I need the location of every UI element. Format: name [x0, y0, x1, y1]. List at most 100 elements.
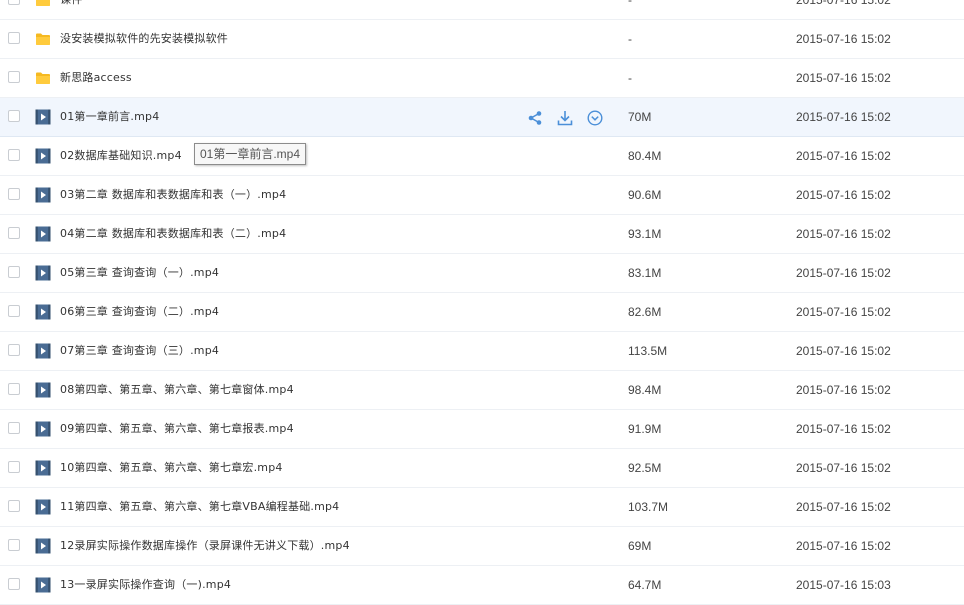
file-size: 91.9M — [628, 422, 662, 436]
modified-date: 2015-07-16 15:02 — [796, 422, 891, 436]
folder-row[interactable]: 课件 - 2015-07-16 15:02 — [0, 0, 964, 20]
row-checkbox[interactable] — [8, 500, 20, 512]
file-name-link[interactable]: 05第三章 查询查询（一）.mp4 — [60, 254, 219, 292]
file-name-link[interactable]: 08第四章、第五章、第六章、第七章窗体.mp4 — [60, 371, 294, 409]
row-checkbox[interactable] — [8, 305, 20, 317]
file-size: 83.1M — [628, 266, 662, 280]
modified-date: 2015-07-16 15:02 — [796, 461, 891, 475]
folder-icon — [35, 31, 51, 47]
file-size: 82.6M — [628, 305, 662, 319]
file-row[interactable]: 02数据库基础知识.mp4 80.4M 2015-07-16 15:02 — [0, 137, 964, 176]
folder-icon — [35, 70, 51, 86]
file-row[interactable]: 06第三章 查询查询（二）.mp4 82.6M 2015-07-16 15:02 — [0, 293, 964, 332]
file-name-link[interactable]: 没安装模拟软件的先安装模拟软件 — [60, 20, 228, 58]
modified-date: 2015-07-16 15:02 — [796, 0, 891, 7]
video-file-icon — [35, 499, 51, 515]
row-checkbox[interactable] — [8, 344, 20, 356]
file-size: 64.7M — [628, 578, 662, 592]
modified-date: 2015-07-16 15:02 — [796, 305, 891, 319]
modified-date: 2015-07-16 15:02 — [796, 188, 891, 202]
file-list: 课件 - 2015-07-16 15:02 没安装模拟软件的先安装模拟软件 - 2015-… — [0, 0, 964, 605]
row-checkbox[interactable] — [8, 422, 20, 434]
video-file-icon — [35, 187, 51, 203]
row-checkbox[interactable] — [8, 0, 20, 5]
modified-date: 2015-07-16 15:03 — [796, 578, 891, 592]
file-name-link[interactable]: 06第三章 查询查询（二）.mp4 — [60, 293, 219, 331]
row-checkbox[interactable] — [8, 227, 20, 239]
modified-date: 2015-07-16 15:02 — [796, 32, 891, 46]
file-row[interactable]: 13一录屏实际操作查询（一).mp4 64.7M 2015-07-16 15:03 — [0, 566, 964, 605]
row-checkbox[interactable] — [8, 266, 20, 278]
modified-date: 2015-07-16 15:02 — [796, 383, 891, 397]
modified-date: 2015-07-16 15:02 — [796, 500, 891, 514]
file-name-link[interactable]: 07第三章 查询查询（三）.mp4 — [60, 332, 219, 370]
folder-row[interactable]: 新思路access - 2015-07-16 15:02 — [0, 59, 964, 98]
file-size: - — [628, 0, 632, 7]
file-size: 113.5M — [628, 344, 668, 358]
modified-date: 2015-07-16 15:02 — [796, 110, 891, 124]
row-checkbox[interactable] — [8, 383, 20, 395]
file-name-link[interactable]: 11第四章、第五章、第六章、第七章VBA编程基础.mp4 — [60, 488, 339, 526]
row-checkbox[interactable] — [8, 461, 20, 473]
file-size: - — [628, 32, 632, 46]
file-size: 80.4M — [628, 149, 662, 163]
folder-icon — [35, 0, 51, 8]
file-name-link[interactable]: 04第二章 数据库和表数据库和表（二）.mp4 — [60, 215, 286, 253]
file-row[interactable]: 07第三章 查询查询（三）.mp4 113.5M 2015-07-16 15:02 — [0, 332, 964, 371]
file-name-link[interactable]: 09第四章、第五章、第六章、第七章报表.mp4 — [60, 410, 294, 448]
row-checkbox[interactable] — [8, 32, 20, 44]
video-file-icon — [35, 304, 51, 320]
file-name-link[interactable]: 03第二章 数据库和表数据库和表（一）.mp4 — [60, 176, 286, 214]
file-size: 93.1M — [628, 227, 662, 241]
more-dropdown-icon[interactable] — [586, 109, 604, 127]
file-name-link[interactable]: 10第四章、第五章、第六章、第七章宏.mp4 — [60, 449, 283, 487]
video-file-icon — [35, 265, 51, 281]
file-name-link[interactable]: 02数据库基础知识.mp4 — [60, 137, 182, 175]
file-size: 103.7M — [628, 500, 669, 514]
filename-tooltip: 01第一章前言.mp4 — [194, 143, 307, 165]
file-row[interactable]: 10第四章、第五章、第六章、第七章宏.mp4 92.5M 2015-07-16 15… — [0, 449, 964, 488]
row-checkbox[interactable] — [8, 149, 20, 161]
file-row[interactable]: 03第二章 数据库和表数据库和表（一）.mp4 90.6M 2015-07-16 1… — [0, 176, 964, 215]
row-checkbox[interactable] — [8, 71, 20, 83]
file-size: - — [628, 71, 632, 85]
modified-date: 2015-07-16 15:02 — [796, 266, 891, 280]
file-row[interactable]: 08第四章、第五章、第六章、第七章窗体.mp4 98.4M 2015-07-16 1… — [0, 371, 964, 410]
modified-date: 2015-07-16 15:02 — [796, 227, 891, 241]
share-icon[interactable] — [526, 109, 544, 127]
video-file-icon — [35, 538, 51, 554]
video-file-icon — [35, 421, 51, 437]
modified-date: 2015-07-16 15:02 — [796, 539, 891, 553]
file-row[interactable]: 09第四章、第五章、第六章、第七章报表.mp4 91.9M 2015-07-16 1… — [0, 410, 964, 449]
file-name-link[interactable]: 01第一章前言.mp4 — [60, 98, 159, 136]
file-row[interactable]: 05第三章 查询查询（一）.mp4 83.1M 2015-07-16 15:02 — [0, 254, 964, 293]
file-size: 98.4M — [628, 383, 662, 397]
file-size: 70M — [628, 110, 652, 124]
video-file-icon — [35, 382, 51, 398]
video-file-icon — [35, 148, 51, 164]
folder-row[interactable]: 没安装模拟软件的先安装模拟软件 - 2015-07-16 15:02 — [0, 20, 964, 59]
modified-date: 2015-07-16 15:02 — [796, 149, 891, 163]
file-name-link[interactable]: 12录屏实际操作数据库操作（录屏课件无讲义下载）.mp4 — [60, 527, 350, 565]
modified-date: 2015-07-16 15:02 — [796, 344, 891, 358]
row-checkbox[interactable] — [8, 578, 20, 590]
row-actions — [526, 109, 604, 127]
row-checkbox[interactable] — [8, 188, 20, 200]
file-name-link[interactable]: 新思路access — [60, 59, 132, 97]
file-size: 92.5M — [628, 461, 662, 475]
row-checkbox[interactable] — [8, 539, 20, 551]
video-file-icon — [35, 577, 51, 593]
file-row[interactable]: 04第二章 数据库和表数据库和表（二）.mp4 93.1M 2015-07-16 1… — [0, 215, 964, 254]
file-row[interactable]: 11第四章、第五章、第六章、第七章VBA编程基础.mp4 103.7M 2015-0… — [0, 488, 964, 527]
file-name-link[interactable]: 13一录屏实际操作查询（一).mp4 — [60, 566, 231, 604]
file-name-link[interactable]: 课件 — [60, 0, 82, 19]
video-file-icon — [35, 460, 51, 476]
video-file-icon — [35, 226, 51, 242]
file-row[interactable]: 01第一章前言.mp4 70M 2015-07-16 15:02 — [0, 98, 964, 137]
file-size: 69M — [628, 539, 652, 553]
file-size: 90.6M — [628, 188, 662, 202]
file-row[interactable]: 12录屏实际操作数据库操作（录屏课件无讲义下载）.mp4 69M 2015-07-1… — [0, 527, 964, 566]
video-file-icon — [35, 109, 51, 125]
row-checkbox[interactable] — [8, 110, 20, 122]
download-icon[interactable] — [556, 109, 574, 127]
